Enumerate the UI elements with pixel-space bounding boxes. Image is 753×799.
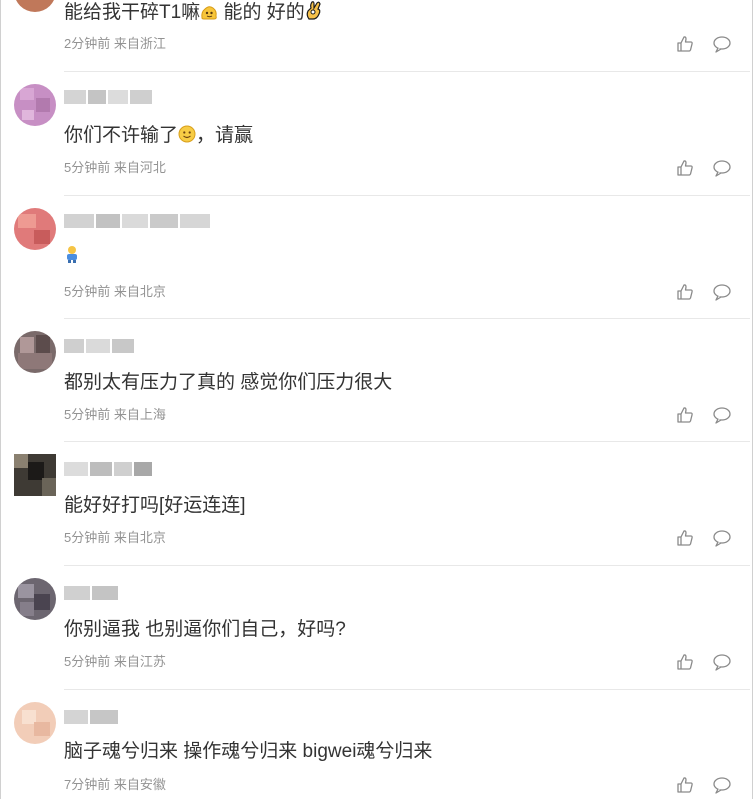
speech-bubble-icon[interactable] (712, 159, 732, 177)
thumbs-up-icon[interactable] (676, 406, 694, 424)
username[interactable] (64, 586, 120, 600)
ok-hand-emoji-icon (306, 1, 321, 20)
comment-location: 来自河北 (113, 160, 166, 175)
comment-meta: 2分钟前 来自浙江 (64, 36, 166, 52)
divider (64, 71, 750, 72)
avatar[interactable] (14, 331, 56, 373)
comment-text: 能好好打吗[好运连连] (64, 495, 246, 516)
speech-bubble-icon[interactable] (712, 283, 732, 301)
username[interactable] (64, 710, 120, 724)
comment-meta: 7分钟前 来自安徽 (64, 777, 166, 793)
comment-time: 2分钟前 (64, 36, 111, 51)
avatar[interactable] (14, 84, 56, 126)
comment-meta: 5分钟前 来自江苏 (64, 654, 166, 670)
comment-meta: 5分钟前 来自北京 (64, 530, 166, 546)
comment-text: 你别逼我 也别逼你们自己，好吗? (64, 619, 346, 640)
divider (64, 318, 750, 319)
divider (64, 689, 750, 690)
comment-time: 5分钟前 (64, 160, 111, 175)
comment-meta: 5分钟前 来自上海 (64, 407, 166, 423)
username[interactable] (64, 90, 154, 104)
divider (64, 195, 750, 196)
slightly-smiling-face-emoji-icon (178, 125, 196, 143)
comment-location: 来自安徽 (113, 777, 166, 792)
thumbs-up-icon[interactable] (676, 35, 694, 53)
avatar[interactable] (14, 208, 56, 250)
speech-bubble-icon[interactable] (712, 653, 732, 671)
comment-location: 来自上海 (113, 407, 166, 422)
comment-text: 你们不许输了 ，请赢 (64, 125, 254, 146)
comment-text: 脑子魂兮归来 操作魂兮归来 bigwei魂兮归来 (64, 741, 433, 762)
melting-face-emoji-icon (201, 6, 217, 20)
thumbs-up-icon[interactable] (676, 283, 694, 301)
comment-time: 5分钟前 (64, 654, 111, 669)
comment-location: 来自北京 (113, 530, 166, 545)
comment-time: 7分钟前 (64, 777, 111, 792)
comment-text: 能给我干碎T1嘛 能的 好的 (64, 0, 323, 25)
thumbs-up-icon[interactable] (676, 529, 694, 547)
speech-bubble-icon[interactable] (712, 406, 732, 424)
thumbs-up-icon[interactable] (676, 776, 694, 794)
comment-location: 来自浙江 (113, 36, 166, 51)
comment-meta: 5分钟前 来自河北 (64, 160, 166, 176)
comment-location: 来自江苏 (113, 654, 166, 669)
avatar[interactable] (14, 702, 56, 744)
thumbs-up-icon[interactable] (676, 159, 694, 177)
speech-bubble-icon[interactable] (712, 529, 732, 547)
frame-left-border (0, 0, 1, 799)
avatar[interactable] (14, 0, 56, 12)
comment-time: 5分钟前 (64, 284, 111, 299)
speech-bubble-icon[interactable] (712, 35, 732, 53)
divider (64, 565, 750, 566)
thumbs-up-icon[interactable] (676, 653, 694, 671)
comment-location: 来自北京 (113, 284, 166, 299)
person-figure-emoji-icon (67, 246, 77, 263)
username[interactable] (64, 339, 136, 353)
avatar[interactable] (14, 454, 56, 496)
username[interactable] (64, 462, 154, 476)
comment-text: 都别太有压力了真的 感觉你们压力很大 (64, 372, 393, 393)
comment-time: 5分钟前 (64, 530, 111, 545)
speech-bubble-icon[interactable] (712, 776, 732, 794)
comment-time: 5分钟前 (64, 407, 111, 422)
divider (64, 441, 750, 442)
avatar[interactable] (14, 578, 56, 620)
comment-text (64, 244, 80, 268)
comment-meta: 5分钟前 来自北京 (64, 284, 166, 300)
username[interactable] (64, 214, 214, 228)
